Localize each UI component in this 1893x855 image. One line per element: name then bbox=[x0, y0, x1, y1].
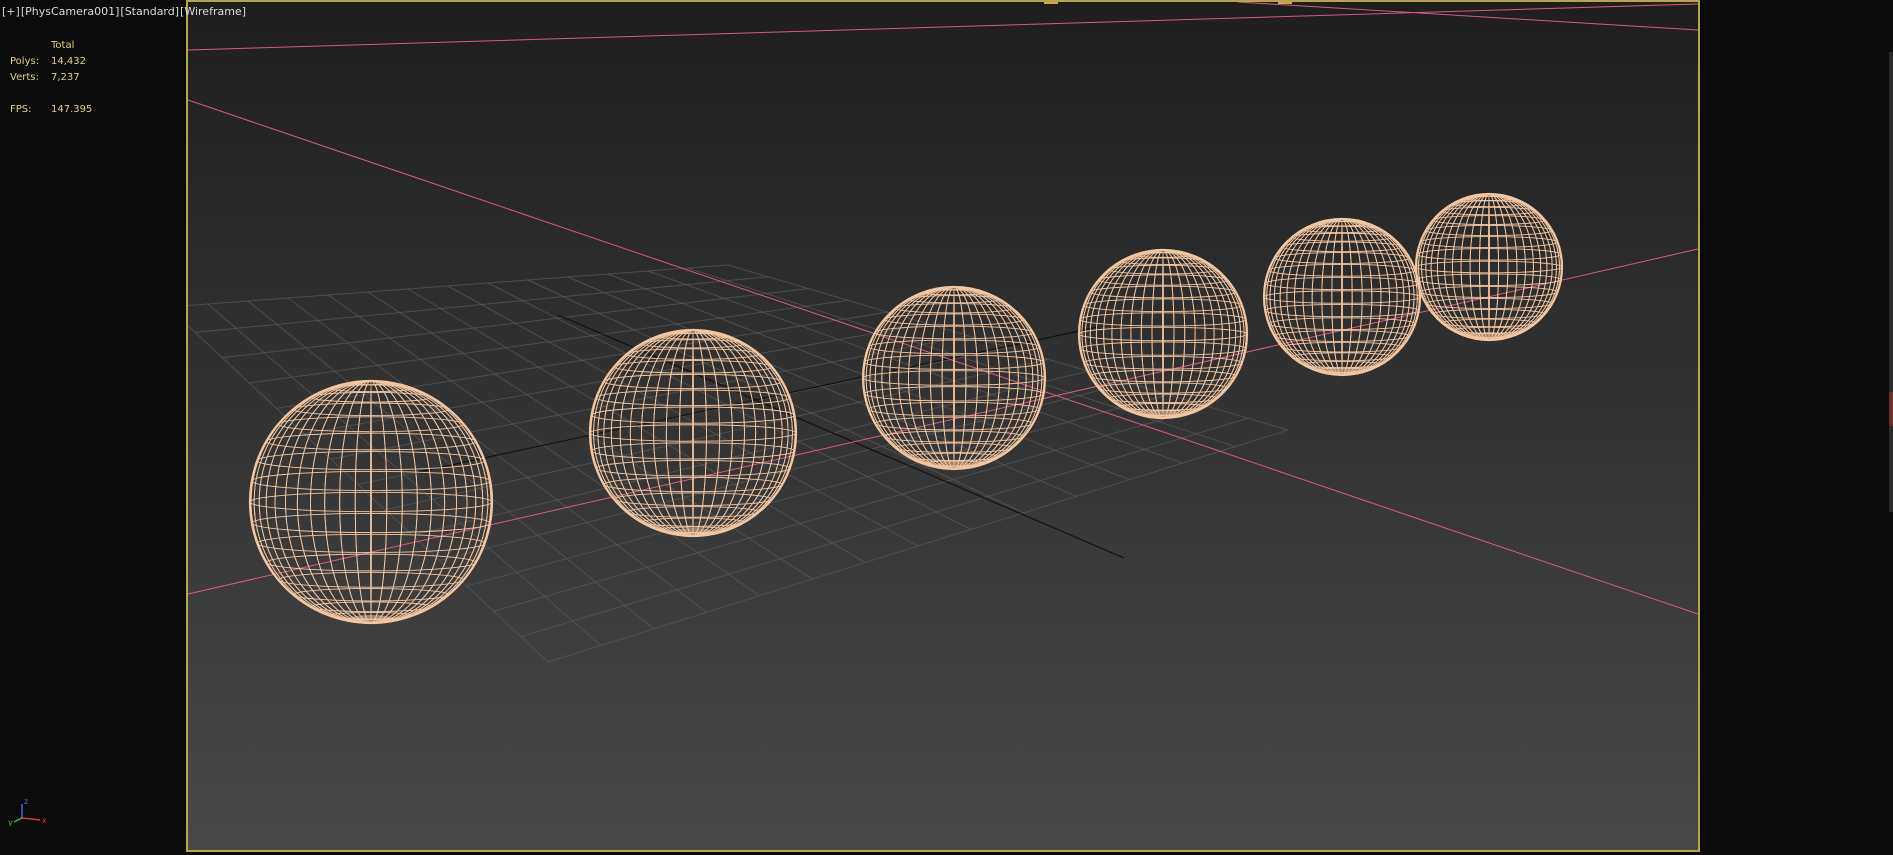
sphere-latitude bbox=[603, 476, 783, 493]
sphere-latitude bbox=[1083, 298, 1243, 313]
sphere-longitude bbox=[370, 380, 372, 624]
sphere-latitude bbox=[868, 401, 1040, 417]
app-screen: Total Polys: 14,432 Verts: 7,237 FPS: 14… bbox=[0, 0, 1893, 855]
sphere-longitude bbox=[258, 380, 484, 624]
stats-total-label: Total bbox=[51, 40, 75, 51]
sphere-pole bbox=[674, 528, 712, 536]
viewport-display-mode-menu[interactable]: [Wireframe] bbox=[180, 5, 246, 18]
sphere-latitude bbox=[589, 424, 797, 442]
wireframe-sphere bbox=[1414, 192, 1564, 342]
gizmo-z-label: z bbox=[24, 797, 28, 806]
sphere-longitude bbox=[296, 380, 446, 624]
sphere-pole bbox=[1475, 332, 1503, 340]
sphere-latitude bbox=[249, 491, 493, 513]
sphere-pole bbox=[937, 461, 971, 469]
gizmo-y-axis bbox=[13, 817, 23, 823]
sphere-latitude bbox=[277, 416, 465, 433]
grid-line bbox=[520, 417, 1249, 638]
gizmo-x-axis bbox=[21, 817, 41, 821]
home-grid-axis bbox=[417, 326, 1099, 473]
side-scrollbar-marker bbox=[1889, 392, 1893, 426]
sphere-latitude bbox=[1274, 252, 1411, 264]
sphere-latitude bbox=[595, 389, 791, 406]
timeline-marker bbox=[1278, 2, 1292, 4]
viewport-general-menu[interactable]: [+] bbox=[2, 5, 20, 18]
sphere-latitude bbox=[874, 325, 1034, 340]
timeline-marker bbox=[1044, 2, 1058, 4]
sphere-latitude bbox=[862, 370, 1046, 386]
sphere-latitude bbox=[265, 553, 477, 572]
wireframe-sphere bbox=[1262, 217, 1422, 377]
sphere-latitude bbox=[613, 360, 773, 374]
stats-fps-row: FPS: 147.395 bbox=[10, 102, 92, 118]
sphere-latitude bbox=[1425, 297, 1553, 310]
sphere-longitude bbox=[296, 380, 446, 624]
sphere-latitude bbox=[256, 451, 486, 471]
viewport-shading-menu[interactable]: [Standard] bbox=[120, 5, 179, 18]
viewport-label-menu: [+] [PhysCamera001] [Standard] [Wirefram… bbox=[2, 5, 246, 18]
grid-line bbox=[188, 264, 729, 307]
grid-line bbox=[412, 370, 1089, 536]
grid-line bbox=[439, 382, 1129, 562]
grid-line bbox=[567, 276, 1077, 497]
axis-line bbox=[188, 3, 1698, 51]
sphere-pole bbox=[1327, 367, 1357, 375]
stats-fps-label: FPS: bbox=[10, 104, 32, 115]
grid-line bbox=[547, 429, 1289, 663]
grid-line bbox=[493, 405, 1209, 612]
stats-polys-label: Polys: bbox=[10, 56, 40, 67]
grid-line bbox=[188, 324, 549, 663]
sphere-latitude bbox=[1078, 326, 1248, 342]
stats-total-header: Total bbox=[10, 38, 92, 54]
sphere-pole bbox=[349, 615, 393, 623]
right-side-panel bbox=[1700, 0, 1893, 855]
wireframe-sphere bbox=[1077, 248, 1249, 420]
sphere-pole bbox=[1147, 410, 1179, 418]
axis-tripod-gizmo: z x y bbox=[8, 797, 47, 826]
sphere-latitude bbox=[256, 533, 486, 553]
sphere-longitude bbox=[253, 380, 489, 624]
sphere-latitude bbox=[603, 373, 783, 390]
side-scrollbar[interactable] bbox=[1889, 52, 1893, 512]
sphere-longitude bbox=[274, 380, 468, 624]
sphere-longitude bbox=[284, 380, 458, 624]
sphere-latitude bbox=[1083, 355, 1243, 370]
gizmo-y-label: y bbox=[8, 818, 13, 826]
sphere-longitude bbox=[354, 380, 388, 624]
stats-fps-value: 147.395 bbox=[51, 104, 93, 115]
sphere-latitude bbox=[1089, 285, 1237, 299]
sphere-latitude bbox=[1274, 330, 1411, 342]
stats-polys-row: Polys: 14,432 bbox=[10, 54, 92, 70]
stats-polys-value: 14,432 bbox=[51, 56, 86, 67]
viewport-statistics: Total Polys: 14,432 Verts: 7,237 FPS: 14… bbox=[10, 38, 92, 118]
viewport-point-of-view-menu[interactable]: [PhysCamera001] bbox=[21, 5, 120, 18]
gizmo-x-label: x bbox=[42, 816, 47, 825]
sphere-longitude bbox=[274, 380, 468, 624]
sphere-latitude bbox=[1089, 369, 1237, 383]
viewport-scene[interactable] bbox=[188, 2, 1698, 850]
sphere-latitude bbox=[277, 571, 465, 588]
wireframe-sphere bbox=[861, 285, 1047, 471]
stats-verts-value: 7,237 bbox=[51, 72, 80, 83]
sphere-latitude bbox=[265, 432, 477, 451]
sphere-latitude bbox=[883, 430, 1025, 443]
stats-verts-row: Verts: 7,237 bbox=[10, 70, 92, 86]
wireframe-sphere bbox=[588, 328, 798, 538]
sphere-latitude bbox=[1263, 290, 1421, 304]
sphere-latitude bbox=[868, 339, 1040, 355]
sphere-longitude bbox=[258, 380, 484, 624]
stats-verts-label: Verts: bbox=[10, 72, 39, 83]
sphere-longitude bbox=[339, 380, 403, 624]
sphere-latitude bbox=[883, 313, 1025, 326]
sphere-latitude bbox=[595, 460, 791, 477]
camera-viewport[interactable] bbox=[186, 0, 1700, 852]
grid-line bbox=[527, 279, 1024, 514]
sphere-longitude bbox=[284, 380, 458, 624]
sphere-longitude bbox=[253, 380, 489, 624]
sphere-latitude bbox=[1425, 224, 1553, 237]
